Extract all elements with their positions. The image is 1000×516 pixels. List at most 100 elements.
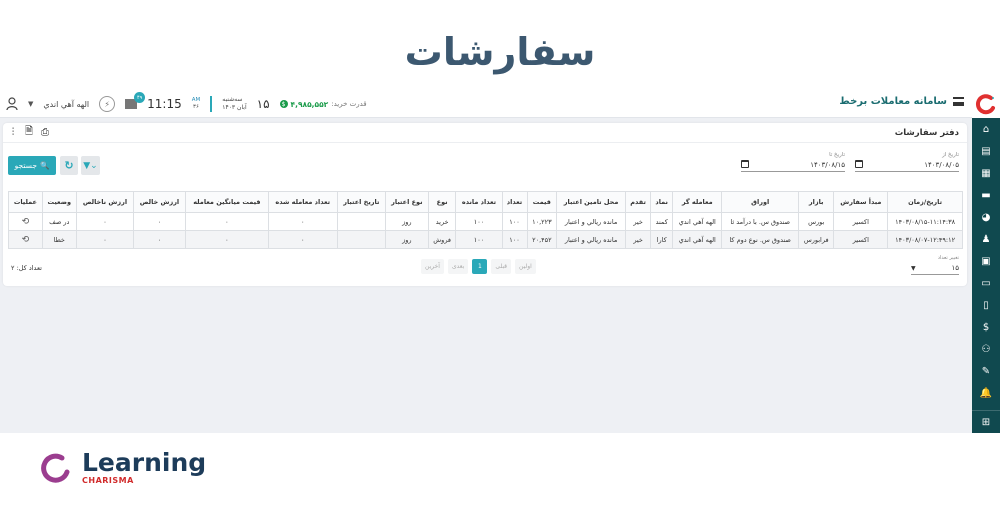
card-tools: ⫶ 🗎 ⎙	[8, 126, 50, 138]
home-icon[interactable]: ⌂	[972, 118, 1000, 140]
table-cell: کارا	[650, 230, 674, 249]
table-cell: ۱۴۰۳/۰۸/۰۷-۱۲:۴۹:۱۲	[887, 230, 963, 249]
history-icon[interactable]: ⟲	[22, 235, 30, 245]
column-header[interactable]: نوع	[427, 191, 457, 213]
filter-button[interactable]: ▼⌄	[81, 156, 100, 175]
column-header[interactable]: تعداد معامله شده	[267, 191, 338, 213]
history-icon[interactable]: ⟲	[22, 217, 30, 227]
column-header[interactable]: نماد	[650, 191, 674, 213]
top-bar: ▼ الهه آهي اندي ⚡ ۴۹ 11:15 AM ۳۶ سه‌شنبه…	[0, 90, 972, 118]
table-cell: ۲۰,۴۵۲	[526, 230, 558, 249]
chevron-down-icon[interactable]: ▼	[911, 265, 916, 272]
table-cell: ۰	[267, 230, 338, 249]
user-plus-icon[interactable]: ⚇	[972, 338, 1000, 360]
table-cell: فروش	[427, 230, 457, 249]
footer-brand-word: Learning	[82, 448, 207, 477]
refresh-button[interactable]: ↻	[60, 156, 78, 175]
page-current[interactable]: 1	[472, 259, 488, 274]
date-from-value[interactable]: ۱۴۰۳/۰۸/۰۵	[924, 161, 959, 169]
user-book-icon[interactable]: ♟	[972, 228, 1000, 250]
pagination: آخرين بعدی 1 قبلی اولين	[421, 259, 536, 274]
column-header[interactable]: تاريخ اعتبار	[336, 191, 386, 213]
table-header-row: تاريخ/زمان مبدأ سفارش بازار اوراق معامله گر ن…	[8, 191, 963, 213]
column-header[interactable]: نوع اعتبار	[384, 191, 429, 213]
pie-chart-icon[interactable]: ◕	[972, 206, 1000, 228]
column-header[interactable]: تعداد مانده	[455, 191, 503, 213]
credit-card-icon[interactable]: ▭	[972, 272, 1000, 294]
plug-icon[interactable]: ⚡	[99, 96, 116, 112]
print-icon[interactable]: ⎙	[40, 127, 50, 138]
page-heading: سفارشات	[404, 30, 596, 74]
column-header[interactable]: اوراق	[721, 191, 799, 213]
column-header[interactable]: مبدأ سفارش	[833, 191, 889, 213]
column-header[interactable]: تقدم	[624, 191, 652, 213]
column-header[interactable]: وضعيت	[41, 191, 77, 213]
column-header[interactable]: تاريخ/زمان	[887, 191, 963, 213]
table-cell	[336, 212, 386, 231]
top-bar-left: ▼ الهه آهي اندي ⚡ ۴۹ 11:15 AM ۳۶ سه‌شنبه…	[6, 92, 367, 114]
table-cell	[336, 230, 386, 249]
column-header[interactable]: ارزش خالص	[133, 191, 186, 213]
search-icon: 🔍	[39, 161, 50, 170]
search-button[interactable]: 🔍 جستجو	[8, 156, 56, 175]
briefcase-icon[interactable]: ▬	[972, 184, 1000, 206]
page-size-value[interactable]: ۱۵	[951, 264, 959, 272]
column-settings-icon[interactable]: ⫶	[8, 127, 18, 138]
date-block: سه‌شنبه آبان ۱۴۰۳	[222, 96, 246, 112]
table-cell: اکسير	[833, 230, 889, 249]
page-size-select[interactable]: تغيير تعداد ۱۵ ▼	[911, 255, 959, 275]
report-icon[interactable]: ▯	[972, 294, 1000, 316]
column-header[interactable]: تعداد	[501, 191, 528, 213]
bell-icon[interactable]: 🔔	[972, 382, 1000, 404]
app-window: ▼ الهه آهي اندي ⚡ ۴۹ 11:15 AM ۳۶ سه‌شنبه…	[0, 90, 1000, 433]
table-cell: خير	[624, 212, 652, 231]
orders-card: دفتر سفارشات ⫶ 🗎 ⎙ تاريخ از ۱۴۰۳/۰۸/۰۵ ت…	[3, 123, 967, 286]
table-cell: ۰	[75, 230, 135, 249]
calendar-icon[interactable]	[855, 160, 863, 168]
table-row[interactable]: ۱۴۰۳/۰۸/۰۷-۱۲:۴۹:۱۲ اکسير فرابورس صندوق س. …	[8, 230, 963, 249]
excel-export-icon[interactable]: 🗎	[24, 126, 34, 138]
user-name[interactable]: الهه آهي اندي	[43, 100, 89, 109]
total-count: تعداد کل: ۲	[11, 264, 42, 272]
table-cell: خريد	[427, 212, 457, 231]
table-icon[interactable]: ▤	[972, 140, 1000, 162]
credit-label: قدرت خريد:	[331, 100, 367, 108]
document-icon[interactable]: ▦	[972, 162, 1000, 184]
column-header[interactable]: قيمت ميانگين معامله	[184, 191, 269, 213]
column-header[interactable]: ارزش ناخالص	[75, 191, 135, 213]
column-header[interactable]: عمليات	[8, 191, 43, 213]
page-first[interactable]: اولين	[515, 259, 536, 274]
id-card-icon[interactable]: ▣	[972, 250, 1000, 272]
column-header[interactable]: معامله گر	[672, 191, 723, 213]
grid-icon[interactable]: ⊞	[972, 411, 1000, 433]
sidebar-items: ⌂ ▤ ▦ ▬ ◕ ♟ ▣ ▭ ▯ $ ⚇ ✎ 🔔	[972, 118, 1000, 404]
search-button-label: جستجو	[14, 161, 37, 170]
table-cell: ۱۰۰	[501, 212, 528, 231]
table-cell: مانده ريالي و اعتبار	[556, 230, 626, 249]
date-to-field[interactable]: تاريخ تا ۱۴۰۳/۰۸/۱۵	[741, 152, 845, 172]
edit-icon[interactable]: ✎	[972, 360, 1000, 382]
date-to-value[interactable]: ۱۴۰۳/۰۸/۱۵	[810, 161, 845, 169]
table-cell: ۱۰۰	[501, 230, 528, 249]
credit-value: ۴,۹۸۵,۵۵۲	[290, 99, 329, 109]
page-prev[interactable]: قبلی	[491, 259, 512, 274]
hamburger-menu-icon[interactable]	[953, 97, 964, 106]
column-header[interactable]: محل تامين اعتبار	[556, 191, 626, 213]
weekday: سه‌شنبه	[222, 96, 243, 103]
date-from-field[interactable]: تاريخ از ۱۴۰۳/۰۸/۰۵	[855, 152, 959, 172]
dollar-icon[interactable]: $	[972, 316, 1000, 338]
card-title: دفتر سفارشات	[894, 128, 959, 138]
page-next[interactable]: بعدی	[447, 259, 469, 274]
column-header[interactable]: قيمت	[526, 191, 558, 213]
clock-seconds: ۳۶	[193, 104, 199, 110]
mail-icon[interactable]: ۴۹	[125, 92, 146, 109]
column-header[interactable]: بازار	[797, 191, 835, 213]
page-last[interactable]: آخرين	[421, 259, 444, 274]
table-row[interactable]: ۱۴۰۳/۰۸/۱۵-۱۱:۱۴:۳۸ اکسير بورس صندوق س. با …	[8, 212, 963, 231]
calendar-icon[interactable]	[741, 160, 749, 168]
user-menu-caret-icon[interactable]: ▼	[28, 100, 33, 108]
app-logo[interactable]	[972, 90, 1000, 118]
notification-badge: ۴۹	[134, 92, 146, 103]
user-icon[interactable]	[6, 97, 18, 111]
date-from-label: تاريخ از	[942, 152, 959, 158]
